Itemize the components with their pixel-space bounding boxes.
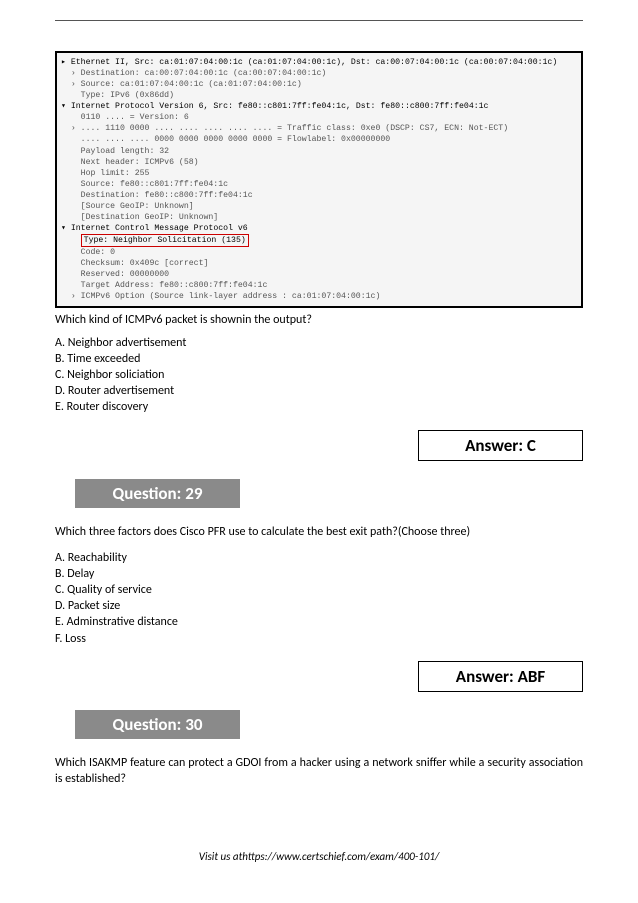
- packet-line: Type: IPv6 (0x86dd): [61, 91, 174, 100]
- packet-line: Checksum: 0x409c [correct]: [61, 259, 208, 268]
- q29-options: A. Reachability B. Delay C. Quality of s…: [55, 550, 583, 647]
- option-c: C. Neighbor soliciation: [55, 367, 583, 383]
- q29-prompt: Which three factors does Cisco PFR use t…: [55, 524, 583, 540]
- option-b: B. Time exceeded: [55, 351, 583, 367]
- option-f: F. Loss: [55, 631, 583, 647]
- option-e: E. Adminstrative distance: [55, 614, 583, 630]
- option-a: A. Reachability: [55, 550, 583, 566]
- packet-line: .... .... .... 0000 0000 0000 0000 0000 …: [61, 135, 390, 144]
- packet-line: Code: 0: [61, 248, 115, 257]
- packet-line: Reserved: 00000000: [61, 270, 169, 279]
- option-c: C. Quality of service: [55, 582, 583, 598]
- packet-line: Next header: ICMPv6 (58): [61, 158, 199, 167]
- packet-line: Hop limit: 255: [61, 169, 149, 178]
- q28-answer: Answer: C: [418, 430, 583, 461]
- highlighted-packet-type: Type: Neighbor Solicitation (135): [81, 234, 249, 247]
- q30-prompt: Which ISAKMP feature can protect a GDOI …: [55, 755, 583, 787]
- packet-line: › ICMPv6 Option (Source link-layer addre…: [61, 292, 380, 301]
- packet-line: › Destination: ca:00:07:04:00:1c (ca:00:…: [61, 69, 326, 78]
- packet-line: Target Address: fe80::c800:7ff:fe04:1c: [61, 281, 267, 290]
- packet-capture-box: ▸ Ethernet II, Src: ca:01:07:04:00:1c (c…: [55, 51, 583, 308]
- packet-line: Payload length: 32: [61, 147, 169, 156]
- option-d: D. Packet size: [55, 598, 583, 614]
- option-a: A. Neighbor advertisement: [55, 335, 583, 351]
- packet-line: [Source GeoIP: Unknown]: [61, 202, 194, 211]
- option-d: D. Router advertisement: [55, 383, 583, 399]
- packet-line: ▾ Internet Control Message Protocol v6: [61, 224, 248, 233]
- q28-prompt: Which kind of ICMPv6 packet is shownin t…: [55, 312, 583, 328]
- packet-line: › .... 1110 0000 .... .... .... .... ...…: [61, 124, 508, 133]
- packet-line: Destination: fe80::c800:7ff:fe04:1c: [61, 191, 253, 200]
- packet-line: ▸ Ethernet II, Src: ca:01:07:04:00:1c (c…: [61, 58, 557, 67]
- packet-line: ▾ Internet Protocol Version 6, Src: fe80…: [61, 102, 488, 111]
- q29-banner: Question: 29: [75, 479, 240, 508]
- option-e: E. Router discovery: [55, 399, 583, 415]
- packet-line: › Source: ca:01:07:04:00:1c (ca:01:07:04…: [61, 80, 302, 89]
- packet-line-prefix: [61, 236, 81, 245]
- footer-link: Visit us athttps://www.certschief.com/ex…: [0, 850, 638, 863]
- packet-line: [Destination GeoIP: Unknown]: [61, 213, 218, 222]
- option-b: B. Delay: [55, 566, 583, 582]
- packet-line: Source: fe80::c801:7ff:fe04:1c: [61, 180, 228, 189]
- packet-line: 0110 .... = Version: 6: [61, 113, 189, 122]
- q29-answer: Answer: ABF: [418, 661, 583, 692]
- q28-options: A. Neighbor advertisement B. Time exceed…: [55, 335, 583, 416]
- q30-banner: Question: 30: [75, 710, 240, 739]
